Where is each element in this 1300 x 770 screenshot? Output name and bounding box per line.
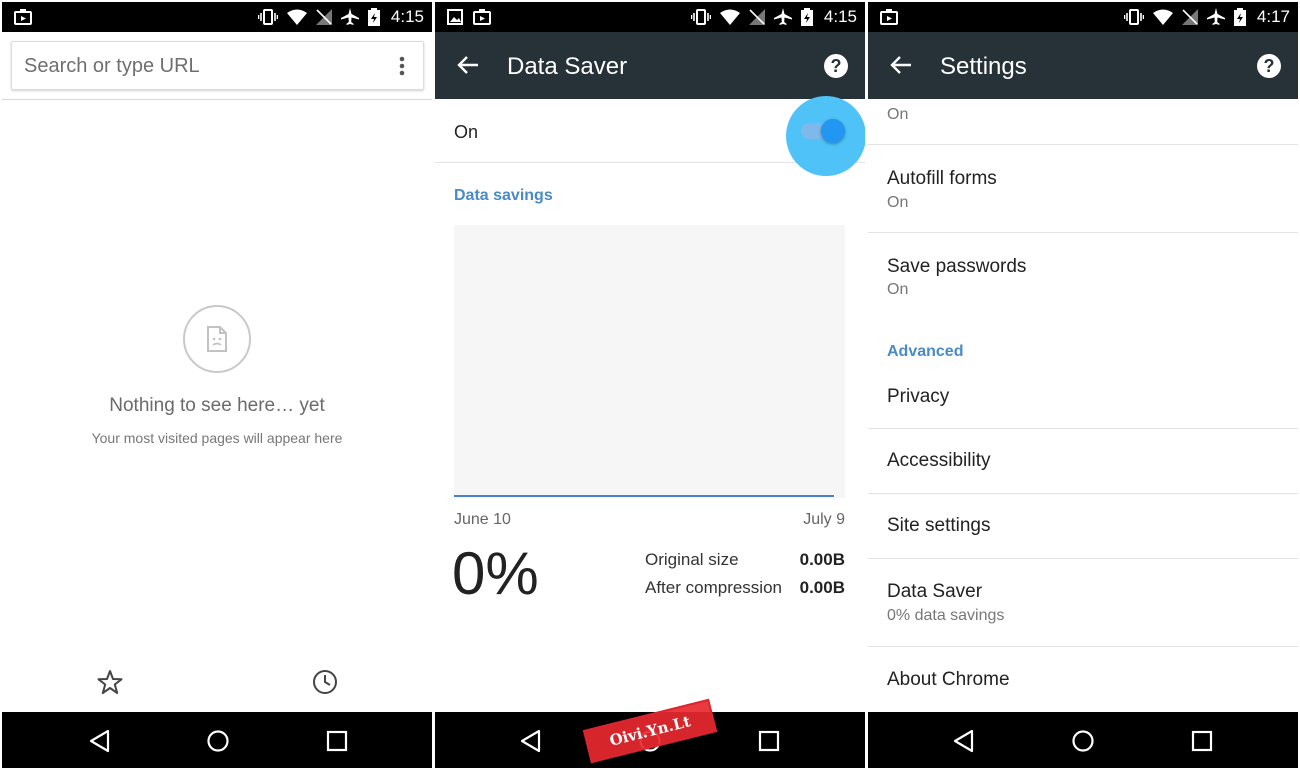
recents-nav-icon[interactable] [1189,728,1215,754]
settings-item-subtitle: On [887,106,909,123]
vibrate-icon [1123,9,1144,25]
settings-item-title: Accessibility [887,450,991,471]
stat-label-compressed: After compression [645,578,782,597]
back-arrow-icon[interactable] [457,54,479,76]
bookmarks-star-icon[interactable] [97,669,123,695]
help-icon[interactable]: ? [824,54,848,78]
home-nav-icon[interactable] [205,728,231,754]
data-saver-screen: 4:15 Data Saver ? On Data savings June 1… [435,2,865,768]
back-nav-icon[interactable] [518,728,544,754]
no-signal-icon [748,9,765,25]
settings-item-subtitle: 0% data savings [887,607,1005,624]
settings-item-title: Privacy [887,386,950,407]
new-tab-screen: 4:15 Search or type URL Nothing to see h… [2,2,432,768]
settings-item-privacy[interactable]: Privacy [868,368,1298,429]
history-clock-icon[interactable] [312,669,338,695]
no-signal-icon [315,9,332,25]
home-nav-icon[interactable] [1070,728,1096,754]
back-arrow-icon[interactable] [890,54,912,76]
settings-item-accessibility[interactable]: Accessibility [868,429,1298,494]
stat-label-original: Original size [645,550,739,569]
data-saver-toggle-row[interactable]: On [435,96,865,176]
empty-state-subtitle: Your most visited pages will appear here [91,430,343,446]
divider [2,99,432,100]
data-savings-chart [454,225,845,498]
settings-item-subtitle: On [887,194,909,211]
settings-item-title: About Chrome [887,669,1010,690]
help-icon[interactable]: ? [1257,54,1281,78]
airplane-mode-icon [1206,8,1225,25]
back-nav-icon[interactable] [87,728,113,754]
settings-screen: 4:17 On Settings ? Autofill forms On Sav… [868,2,1298,768]
search-input[interactable]: Search or type URL [24,55,200,78]
omnibox[interactable]: Search or type URL [11,41,424,90]
vibrate-icon [257,9,278,25]
settings-item-partial[interactable]: On [868,99,1298,145]
section-header-advanced: Advanced [887,343,964,360]
image-notification-icon [447,9,463,25]
app-notification-icon [473,9,491,25]
settings-item-title: Save passwords [887,256,1027,277]
settings-item-save-passwords[interactable]: Save passwords On [868,233,1298,321]
airplane-mode-icon [773,8,792,25]
battery-icon [367,8,380,26]
toggle-label: On [454,122,479,142]
navigation-bar [2,712,432,768]
wifi-icon [1152,9,1173,25]
settings-item-title: Data Saver [887,581,983,602]
status-time: 4:17 [1256,7,1290,26]
section-header-data-savings: Data savings [454,187,553,204]
settings-item-title: Site settings [887,515,991,536]
page-title: Settings [940,53,1027,80]
recents-nav-icon[interactable] [756,728,782,754]
toggle-switch-thumb[interactable] [821,119,845,143]
navigation-bar [868,712,1298,768]
empty-state-icon [183,305,251,373]
chart-baseline [454,495,834,497]
app-toolbar: Data Saver ? [435,32,865,99]
battery-icon [800,8,813,26]
status-bar: 4:17 [868,2,1298,32]
overflow-menu-icon[interactable] [399,56,405,76]
status-time: 4:15 [390,7,424,26]
settings-item-site-settings[interactable]: Site settings [868,494,1298,559]
back-nav-icon[interactable] [951,728,977,754]
settings-item-data-saver[interactable]: Data Saver 0% data savings [868,559,1298,647]
settings-item-about-chrome[interactable]: About Chrome [868,647,1298,711]
status-time: 4:15 [823,7,857,26]
empty-state-title: Nothing to see here… yet [109,395,325,416]
recents-nav-icon[interactable] [324,728,350,754]
app-toolbar: Settings ? [868,32,1298,99]
chart-start-date: June 10 [454,511,511,528]
chart-end-date: July 9 [803,511,845,528]
status-bar: 4:15 [435,2,865,32]
app-notification-icon [14,9,32,25]
stat-value-original: 0.00B [799,550,845,569]
page-title: Data Saver [507,53,628,80]
status-bar: 4:15 [2,2,432,32]
wifi-icon [719,9,740,25]
wifi-icon [286,9,307,25]
settings-item-autofill[interactable]: Autofill forms On [868,145,1298,233]
savings-percent: 0% [452,540,539,607]
vibrate-icon [690,9,711,25]
settings-item-subtitle: On [887,281,909,298]
stat-value-compressed: 0.00B [799,578,845,597]
no-signal-icon [1181,9,1198,25]
settings-item-title: Autofill forms [887,168,997,189]
battery-icon [1233,8,1246,26]
airplane-mode-icon [340,8,359,25]
app-notification-icon [880,9,898,25]
